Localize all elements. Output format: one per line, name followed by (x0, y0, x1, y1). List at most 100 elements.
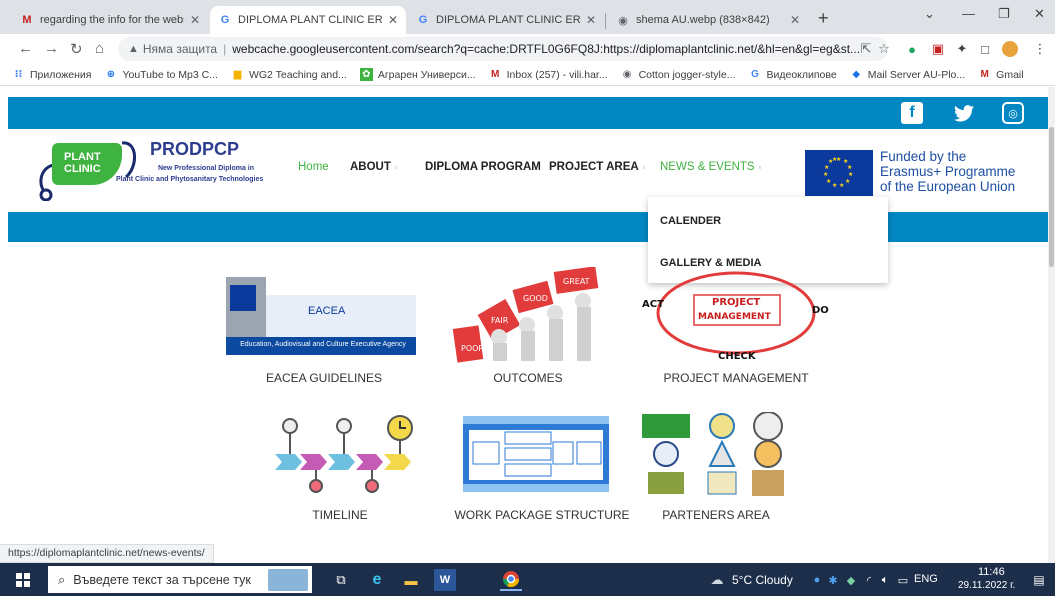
card-project-management[interactable]: PROJECT MANAGEMENT ACT DO CHECK PROJECT … (636, 267, 836, 385)
card-work-package-structure[interactable]: WORK PACKAGE STRUCTURE (428, 412, 630, 522)
tab-active[interactable]: G DIPLOMA PLANT CLINIC ERASM ✕ (210, 6, 406, 34)
card-outcomes[interactable]: POOR FAIR GOOD GREAT OUTCOMES (428, 266, 628, 385)
close-icon[interactable]: ✕ (790, 13, 800, 27)
bookmark-star-icon[interactable]: ☆ (876, 41, 892, 57)
minimize-icon[interactable]: — (962, 6, 975, 21)
nav-project-area[interactable]: PROJECT AREA ▫ (549, 161, 646, 173)
nav-about[interactable]: ABOUT ▫ (350, 161, 398, 173)
tab-gmail[interactable]: M regarding the info for the websit ✕ (12, 6, 208, 34)
home-icon[interactable]: ⌂ (95, 40, 104, 57)
twitter-icon[interactable] (953, 102, 975, 124)
nav-news-events[interactable]: NEWS & EVENTS ▫ (660, 161, 761, 173)
browser-toolbar: ← → ↻ ⌂ ▲ Няма защита | webcache.googleu… (0, 34, 1055, 64)
logo-tagline-2: Plant Clinic and Phytosanitary Technolog… (116, 176, 264, 183)
word-icon[interactable]: W (434, 569, 456, 591)
task-view-icon[interactable]: ⧉ (330, 569, 352, 591)
window-close-icon[interactable]: ✕ (1034, 6, 1045, 22)
extension-badge-icon[interactable]: ▣ (930, 41, 946, 57)
language-indicator[interactable]: ENG (914, 573, 938, 585)
forward-icon[interactable]: → (44, 40, 59, 57)
site-logo[interactable]: PLANT CLINIC PRODPCP New Professional Dip… (34, 137, 284, 201)
card-caption: EACEA GUIDELINES (265, 371, 383, 385)
clock-time[interactable]: 11:46 (978, 566, 1005, 578)
word-project: PROJECT (712, 297, 760, 308)
bookmark-label: Inbox (257) - vili.har... (506, 68, 608, 81)
weather-text[interactable]: 5°C Cloudy (732, 573, 793, 587)
bookmark-cotton[interactable]: ◉ Cotton jogger-style... (621, 68, 736, 81)
close-icon[interactable]: ✕ (190, 13, 200, 27)
address-bar[interactable]: ▲ Няма защита | webcache.googleuserconte… (118, 37, 888, 61)
instagram-icon[interactable]: ◎ (1002, 102, 1024, 124)
nav-diploma-program[interactable]: DIPLOMA PROGRAM (425, 161, 541, 173)
restore-icon[interactable]: ❐ (998, 6, 1010, 22)
status-url-text: https://diplomaplantclinic.net/news-even… (8, 547, 205, 559)
clock-date[interactable]: 29.11.2022 г. (958, 580, 1015, 591)
nav-label: ABOUT (350, 161, 391, 173)
bookmark-agrarian[interactable]: ✿ Аграрен Универси... (359, 68, 476, 81)
card-eacea-guidelines[interactable]: EACEA Education, Audiovisual and Culture… (216, 267, 416, 385)
tab-divider (605, 13, 606, 29)
funded-by-text: Funded by the Erasmus+ Programme of the … (880, 149, 1015, 194)
scrollbar-thumb[interactable] (1049, 127, 1054, 267)
close-icon[interactable]: ✕ (388, 13, 398, 27)
svg-text:★: ★ (826, 178, 831, 185)
svg-text:★: ★ (845, 178, 850, 185)
work-package-image (463, 416, 609, 492)
file-explorer-icon[interactable]: ▬ (400, 569, 422, 591)
word-management: MANAGEMENT (698, 312, 772, 322)
card-caption: PARTENERS AREA (662, 508, 770, 522)
share-icon[interactable]: ⇱ (858, 41, 874, 57)
new-tab-button[interactable]: + (818, 8, 829, 29)
bookmark-inbox[interactable]: M Inbox (257) - vili.har... (489, 68, 608, 81)
page-scrollbar[interactable] (1048, 87, 1055, 563)
svg-text:★: ★ (824, 164, 829, 171)
bookmark-label: Mail Server AU-Plo... (867, 68, 966, 81)
back-icon[interactable]: ← (18, 40, 33, 57)
svg-text:★: ★ (847, 164, 852, 171)
card-timeline[interactable]: TIMELINE (240, 412, 440, 522)
bookmark-gmail[interactable]: M Gmail (978, 68, 1023, 81)
edge-icon[interactable]: e (366, 569, 388, 591)
word-check: CHECK (718, 351, 757, 362)
bookmark-mail-server[interactable]: ◆ Mail Server AU-Plo... (850, 68, 965, 81)
facebook-icon[interactable]: f (901, 102, 923, 124)
dropdown-label: CALENDER (660, 215, 722, 227)
tab-title: shema AU.webp (838×842) (636, 14, 770, 26)
gmail-icon: M (22, 14, 32, 26)
nav-home[interactable]: Home (298, 161, 329, 173)
svg-text:★: ★ (832, 182, 837, 189)
bookmark-youtube-mp3[interactable]: ⊕ YouTube to Mp3 C... (104, 68, 218, 81)
tab-google[interactable]: G DIPLOMA PLANT CLINIC ERASM ✕ (408, 6, 604, 34)
status-link-preview: https://diplomaplantclinic.net/news-even… (0, 544, 214, 563)
divider: | (223, 42, 227, 56)
bookmark-label: Gmail (996, 68, 1024, 81)
tab-image[interactable]: ◉ shema AU.webp (838×842) ✕ (608, 6, 808, 34)
bookmark-apps[interactable]: ⁝⁝ Приложения (12, 68, 92, 81)
card-caption: OUTCOMES (493, 371, 563, 385)
chrome-icon[interactable] (500, 569, 522, 591)
word-fair: FAIR (491, 316, 509, 325)
chevron-down-icon: ▫ (758, 163, 762, 172)
close-icon[interactable]: ✕ (586, 13, 596, 27)
windows-start-icon[interactable] (12, 569, 34, 591)
card-partners-area[interactable]: PARTENERS AREA (616, 411, 816, 522)
tab-search-icon[interactable]: ⌄ (924, 6, 935, 22)
grammarly-icon[interactable]: ● (904, 41, 920, 57)
university-icon: ✿ (359, 68, 373, 81)
battery-icon[interactable]: ▭ (892, 569, 914, 591)
weather-cloud-icon[interactable]: ☁ (706, 569, 728, 591)
notifications-icon[interactable]: ▤ (1028, 569, 1050, 591)
logo-tagline-1: New Professional Diploma in (157, 165, 255, 172)
menu-dots-icon[interactable]: ⋮ (1032, 41, 1048, 57)
dropdown-item-calender[interactable]: CALENDER (660, 215, 721, 227)
extensions-icon[interactable]: ✦ (954, 41, 970, 57)
bookmark-videos[interactable]: G Видеоклипове (748, 68, 837, 81)
side-panel-icon[interactable]: □ (977, 41, 993, 57)
partners-logos-image (642, 411, 784, 496)
profile-avatar-icon[interactable] (1002, 41, 1018, 57)
svg-text:★: ★ (823, 171, 828, 178)
bookmarks-bar: ⁝⁝ Приложения ⊕ YouTube to Mp3 C... ▆ WG2 T… (0, 64, 1055, 86)
bookmark-wg2[interactable]: ▆ WG2 Teaching and... (231, 68, 347, 81)
reload-icon[interactable]: ↻ (70, 40, 83, 58)
chevron-down-icon: ▫ (642, 163, 646, 172)
